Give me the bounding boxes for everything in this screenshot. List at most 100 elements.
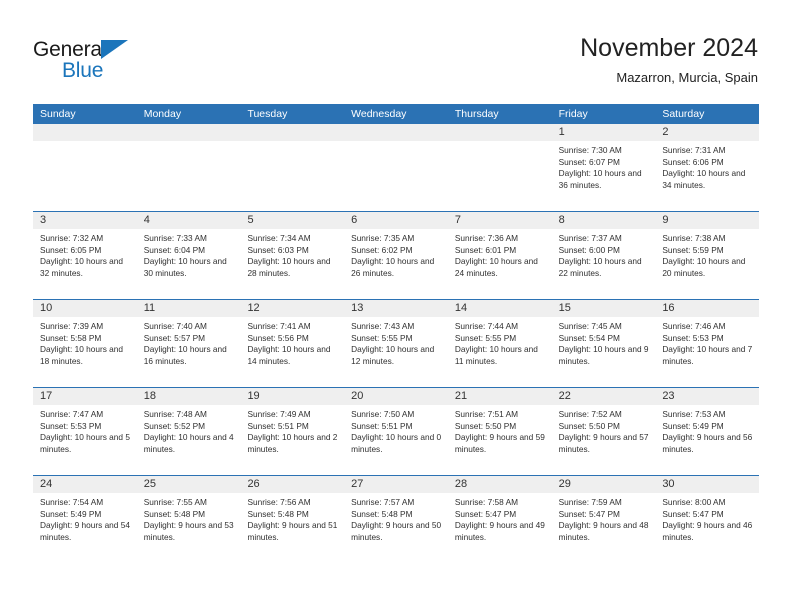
day-cell[interactable]: 29 Sunrise: 7:59 AM Sunset: 5:47 PM Dayligh… (551, 476, 656, 563)
daylight-text: Daylight: 9 hours and 51 minutes. (247, 520, 338, 542)
day-cell[interactable]: 7 Sunrise: 7:36 AM Sunset: 6:01 PM Daylight… (447, 212, 552, 299)
sunset-text: Sunset: 5:53 PM (662, 332, 724, 343)
day-cell[interactable]: 8 Sunrise: 7:37 AM Sunset: 6:00 PM Daylight… (551, 212, 656, 299)
day-cell[interactable]: 23 Sunrise: 7:53 AM Sunset: 5:49 PM Dayligh… (655, 388, 760, 475)
sunset-text: Sunset: 5:50 PM (454, 420, 517, 431)
sunset-text: Sunset: 5:47 PM (454, 508, 517, 519)
sunrise-text: Sunrise: 7:31 AM (662, 145, 726, 155)
day-cell[interactable]: 5 Sunrise: 7:34 AM Sunset: 6:03 PM Daylight… (240, 212, 345, 299)
day-number: 13 (344, 300, 448, 317)
day-info: Sunrise: 7:56 AM Sunset: 5:48 PM Daylight:… (240, 493, 344, 543)
sunset-text: Sunset: 6:02 PM (351, 244, 413, 255)
day-number: 15 (551, 300, 656, 317)
daylight-text: Daylight: 10 hours and 32 minutes. (40, 256, 124, 278)
day-cell[interactable]: 10 Sunrise: 7:39 AM Sunset: 5:58 PM Dayligh… (33, 300, 137, 387)
week-row: 1 Sunrise: 7:30 AM Sunset: 6:07 PM Daylight… (33, 124, 760, 211)
day-cell-empty (344, 124, 448, 211)
day-number: 28 (447, 476, 552, 493)
sunrise-text: Sunrise: 7:41 AM (247, 321, 311, 331)
weekday-header-friday: Friday (558, 108, 588, 120)
day-number: 21 (447, 388, 552, 405)
day-cell[interactable]: 30 Sunrise: 8:00 AM Sunset: 5:47 PM Dayligh… (655, 476, 760, 563)
daylight-text: Daylight: 10 hours and 7 minutes. (662, 344, 753, 366)
calendar-page: General Blue November 2024 Mazarron, Mur… (0, 0, 792, 612)
day-cell[interactable]: 25 Sunrise: 7:55 AM Sunset: 5:48 PM Dayligh… (136, 476, 241, 563)
day-info: Sunrise: 7:39 AM Sunset: 5:58 PM Daylight:… (33, 317, 137, 367)
weeks-container: 1 Sunrise: 7:30 AM Sunset: 6:07 PM Daylight… (33, 124, 760, 563)
day-cell[interactable]: 26 Sunrise: 7:56 AM Sunset: 5:48 PM Dayligh… (240, 476, 345, 563)
day-cell[interactable]: 28 Sunrise: 7:58 AM Sunset: 5:47 PM Dayligh… (447, 476, 552, 563)
page-title: November 2024 (580, 34, 758, 62)
day-info: Sunrise: 7:31 AM Sunset: 6:06 PM Daylight:… (655, 141, 759, 191)
day-number: 25 (136, 476, 241, 493)
sunset-text: Sunset: 5:58 PM (40, 332, 102, 343)
day-cell[interactable]: 15 Sunrise: 7:45 AM Sunset: 5:54 PM Dayligh… (551, 300, 656, 387)
sunrise-text: Sunrise: 7:36 AM (454, 233, 519, 243)
daylight-text: Daylight: 9 hours and 49 minutes. (454, 520, 545, 542)
sunrise-text: Sunrise: 7:45 AM (558, 321, 622, 331)
daylight-text: Daylight: 10 hours and 34 minutes. (662, 168, 746, 190)
day-cell[interactable]: 24 Sunrise: 7:54 AM Sunset: 5:49 PM Dayligh… (33, 476, 137, 563)
day-info: Sunrise: 7:57 AM Sunset: 5:48 PM Daylight:… (344, 493, 448, 543)
day-cell[interactable]: 1 Sunrise: 7:30 AM Sunset: 6:07 PM Daylight… (551, 124, 656, 211)
day-number: 29 (551, 476, 656, 493)
day-cell[interactable]: 27 Sunrise: 7:57 AM Sunset: 5:48 PM Dayligh… (344, 476, 448, 563)
day-cell[interactable]: 13 Sunrise: 7:43 AM Sunset: 5:55 PM Dayligh… (344, 300, 448, 387)
day-cell[interactable]: 6 Sunrise: 7:35 AM Sunset: 6:02 PM Daylight… (344, 212, 448, 299)
day-cell[interactable]: 21 Sunrise: 7:51 AM Sunset: 5:50 PM Dayligh… (447, 388, 552, 475)
day-info: Sunrise: 7:47 AM Sunset: 5:53 PM Daylight:… (33, 405, 137, 455)
general-blue-logo[interactable]: General Blue (33, 38, 163, 86)
week-row: 3 Sunrise: 7:32 AM Sunset: 6:05 PM Daylight… (33, 211, 760, 299)
sunrise-text: Sunrise: 7:54 AM (40, 497, 104, 507)
day-cell[interactable]: 2 Sunrise: 7:31 AM Sunset: 6:06 PM Daylight… (655, 124, 760, 211)
daylight-text: Daylight: 10 hours and 26 minutes. (351, 256, 435, 278)
day-number: 7 (447, 212, 552, 229)
day-number: 10 (33, 300, 137, 317)
day-info: Sunrise: 7:52 AM Sunset: 5:50 PM Daylight:… (552, 405, 656, 455)
day-number: 24 (33, 476, 137, 493)
weekday-header-sunday: Sunday (40, 108, 76, 120)
sunset-text: Sunset: 6:07 PM (558, 156, 620, 167)
page-header: General Blue November 2024 Mazarron, Mur… (0, 0, 792, 104)
sunrise-text: Sunrise: 7:55 AM (143, 497, 207, 507)
sunset-text: Sunset: 5:52 PM (143, 420, 206, 431)
daylight-text: Daylight: 9 hours and 53 minutes. (143, 520, 234, 542)
day-number: 12 (240, 300, 345, 317)
day-cell[interactable]: 12 Sunrise: 7:41 AM Sunset: 5:56 PM Dayligh… (240, 300, 345, 387)
day-cell[interactable]: 9 Sunrise: 7:38 AM Sunset: 5:59 PM Daylight… (655, 212, 760, 299)
day-cell[interactable]: 19 Sunrise: 7:49 AM Sunset: 5:51 PM Dayligh… (240, 388, 345, 475)
daylight-text: Daylight: 10 hours and 16 minutes. (143, 344, 227, 366)
day-cell[interactable]: 20 Sunrise: 7:50 AM Sunset: 5:51 PM Dayligh… (344, 388, 448, 475)
day-number: 18 (136, 388, 241, 405)
day-cell[interactable]: 17 Sunrise: 7:47 AM Sunset: 5:53 PM Dayligh… (33, 388, 137, 475)
day-cell[interactable]: 11 Sunrise: 7:40 AM Sunset: 5:57 PM Dayligh… (136, 300, 241, 387)
day-cell[interactable]: 4 Sunrise: 7:33 AM Sunset: 6:04 PM Daylight… (136, 212, 241, 299)
day-cell[interactable]: 3 Sunrise: 7:32 AM Sunset: 6:05 PM Daylight… (33, 212, 137, 299)
day-number: 1 (551, 124, 656, 141)
daylight-text: Daylight: 10 hours and 20 minutes. (662, 256, 746, 278)
logo-triangle-icon (101, 40, 128, 59)
day-info: Sunrise: 7:59 AM Sunset: 5:47 PM Daylight:… (552, 493, 656, 543)
sunrise-text: Sunrise: 8:00 AM (662, 497, 726, 507)
sunrise-text: Sunrise: 7:35 AM (351, 233, 415, 243)
day-cell[interactable]: 18 Sunrise: 7:48 AM Sunset: 5:52 PM Dayligh… (136, 388, 241, 475)
sunrise-text: Sunrise: 7:30 AM (558, 145, 622, 155)
sunrise-text: Sunrise: 7:58 AM (454, 497, 519, 507)
day-number: 8 (551, 212, 656, 229)
daylight-text: Daylight: 9 hours and 54 minutes. (40, 520, 130, 542)
sunrise-text: Sunrise: 7:32 AM (40, 233, 104, 243)
sunset-text: Sunset: 6:05 PM (40, 244, 102, 255)
day-cell[interactable]: 14 Sunrise: 7:44 AM Sunset: 5:55 PM Dayligh… (447, 300, 552, 387)
sunset-text: Sunset: 6:04 PM (143, 244, 206, 255)
weekday-header-tuesday: Tuesday (247, 108, 288, 120)
day-cell[interactable]: 16 Sunrise: 7:46 AM Sunset: 5:53 PM Dayligh… (655, 300, 760, 387)
weekday-header-row: Sunday Monday Tuesday Wednesday Thursday Frid… (33, 104, 759, 124)
sunset-text: Sunset: 5:53 PM (40, 420, 102, 431)
daylight-text: Daylight: 10 hours and 11 minutes. (454, 344, 538, 366)
daylight-text: Daylight: 10 hours and 18 minutes. (40, 344, 124, 366)
sunrise-text: Sunrise: 7:43 AM (351, 321, 415, 331)
logo-text-blue: Blue (62, 59, 104, 82)
day-cell[interactable]: 22 Sunrise: 7:52 AM Sunset: 5:50 PM Dayligh… (551, 388, 656, 475)
day-info: Sunrise: 7:36 AM Sunset: 6:01 PM Daylight:… (448, 229, 552, 279)
day-info: Sunrise: 7:54 AM Sunset: 5:49 PM Daylight:… (33, 493, 137, 543)
